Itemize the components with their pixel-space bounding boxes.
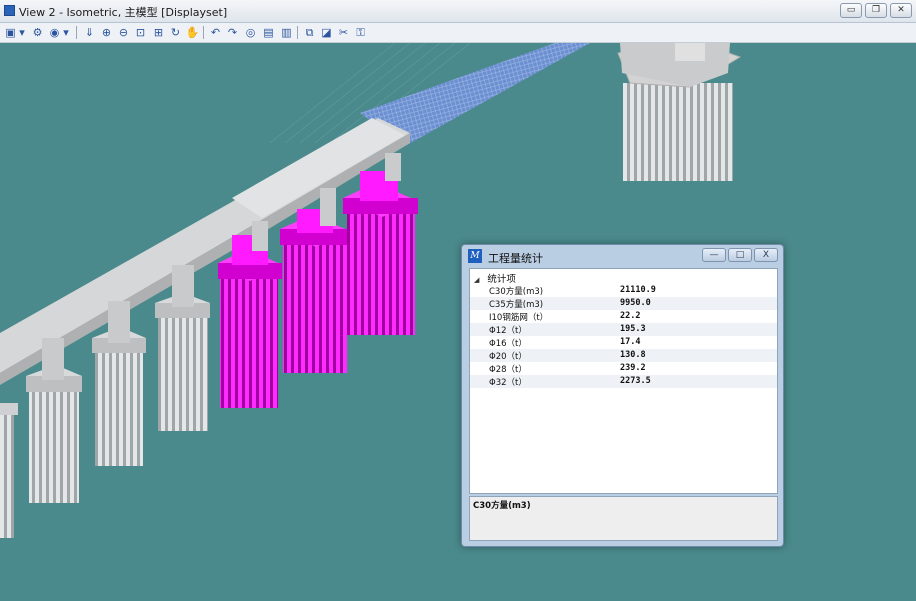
window-title: View 2 - Isometric, 主模型 [Displayset]	[19, 6, 228, 19]
item-value: 21110.9	[620, 285, 656, 295]
list-item[interactable]: C35方量(m3) 9950.0	[470, 297, 777, 310]
zoom-window-icon[interactable]: ⊡	[133, 25, 148, 40]
dropdown-icon[interactable]: ▾	[18, 25, 26, 40]
restore-button[interactable]: ❐	[865, 3, 887, 18]
highlighted-pier-3	[343, 171, 418, 335]
previous-view-icon[interactable]: ↶	[208, 25, 223, 40]
pier-column	[252, 221, 268, 251]
list-item[interactable]: I10钢筋网（t） 22.2	[470, 310, 777, 323]
clip-mask-icon[interactable]: ▥	[279, 25, 294, 40]
zoom-in-icon[interactable]: ⊕	[99, 25, 114, 40]
highlighted-pier-2	[280, 209, 350, 373]
item-value: 9950.0	[620, 298, 651, 308]
pier-grey-1	[0, 403, 18, 538]
item-name: C35方量(m3)	[489, 300, 544, 310]
far-pier-group	[617, 43, 742, 181]
item-value: 22.2	[620, 311, 641, 321]
render-icon[interactable]: ◉	[47, 25, 62, 40]
item-name: C30方量(m3)	[489, 287, 544, 297]
toolbar-separator	[76, 26, 77, 39]
window-title-bar: View 2 - Isometric, 主模型 [Displayset] ▭ ❐…	[0, 0, 916, 23]
dialog-close-button[interactable]: X	[754, 248, 778, 262]
minimize-button[interactable]: ▭	[840, 3, 862, 18]
quantity-statistics-dialog: M 工程量统计 — □ X ◢ 统计项 C30方量(m3) 21110.9 C35…	[461, 244, 784, 547]
view-toolbar: ▣ ▾ ⚙ ◉ ▾ ⇓ ⊕ ⊖ ⊡ ⊞ ↻ ✋ ↶ ↷ ◎ ▤ ▥ ⧉ ◪ ✂ …	[0, 23, 916, 43]
item-name: Φ16（t）	[489, 339, 527, 349]
item-value: 239.2	[620, 363, 646, 373]
pan-icon[interactable]: ⇓	[82, 25, 97, 40]
dialog-maximize-button[interactable]: □	[728, 248, 752, 262]
dialog-minimize-button[interactable]: —	[702, 248, 726, 262]
item-name: I10钢筋网（t）	[489, 313, 549, 323]
item-value: 17.4	[620, 337, 641, 347]
zoom-out-icon[interactable]: ⊖	[116, 25, 131, 40]
close-button[interactable]: ✕	[890, 3, 912, 18]
item-name: Φ32（t）	[489, 378, 527, 388]
fit-view-icon[interactable]: ⊞	[151, 25, 166, 40]
pier-column	[320, 188, 336, 226]
item-name: Φ20（t）	[489, 352, 527, 362]
item-value: 195.3	[620, 324, 646, 334]
item-name: Φ28（t）	[489, 365, 527, 375]
list-item[interactable]: Φ12（t） 195.3	[470, 323, 777, 336]
description-panel: C30方量(m3)	[469, 496, 778, 541]
app-logo-icon: M	[468, 249, 482, 263]
list-item[interactable]: Φ16（t） 17.4	[470, 336, 777, 349]
view-toggle-icon[interactable]: ◪	[319, 25, 334, 40]
dialog-title: 工程量统计	[488, 252, 543, 265]
tree-node-statistics[interactable]: ◢ 统计项	[474, 271, 516, 285]
pier-column	[385, 153, 401, 181]
next-view-icon[interactable]: ↷	[225, 25, 240, 40]
statistics-tree-list[interactable]: ◢ 统计项 C30方量(m3) 21110.9 C35方量(m3) 9950.0 …	[469, 268, 778, 494]
hand-pan-icon[interactable]: ✋	[185, 25, 200, 40]
list-item[interactable]: C30方量(m3) 21110.9	[470, 284, 777, 297]
list-item[interactable]: Φ28（t） 239.2	[470, 362, 777, 375]
view-attributes-icon[interactable]: ▣	[3, 25, 18, 40]
view-settings-icon[interactable]: ⚙	[30, 25, 45, 40]
highlighted-pier-1	[218, 235, 282, 408]
list-item[interactable]: Φ20（t） 130.8	[470, 349, 777, 362]
description-text: C30方量(m3)	[473, 501, 531, 511]
list-item[interactable]: Φ32（t） 2273.5	[470, 375, 777, 388]
rotate-view-icon[interactable]: ↻	[168, 25, 183, 40]
clip-volume-icon[interactable]: ▤	[261, 25, 276, 40]
item-name: Φ12（t）	[489, 326, 527, 336]
camera-icon[interactable]: ◎	[243, 25, 258, 40]
copy-view-icon[interactable]: ⧉	[302, 25, 317, 40]
lock-icon[interactable]: ⚿	[353, 25, 368, 40]
item-value: 2273.5	[620, 376, 651, 386]
dropdown-icon[interactable]: ▾	[62, 25, 70, 40]
app-icon	[4, 5, 15, 16]
toolbar-separator	[203, 26, 204, 39]
collapse-triangle-icon[interactable]: ◢	[474, 276, 479, 284]
item-value: 130.8	[620, 350, 646, 360]
section-icon[interactable]: ✂	[336, 25, 351, 40]
toolbar-separator	[297, 26, 298, 39]
